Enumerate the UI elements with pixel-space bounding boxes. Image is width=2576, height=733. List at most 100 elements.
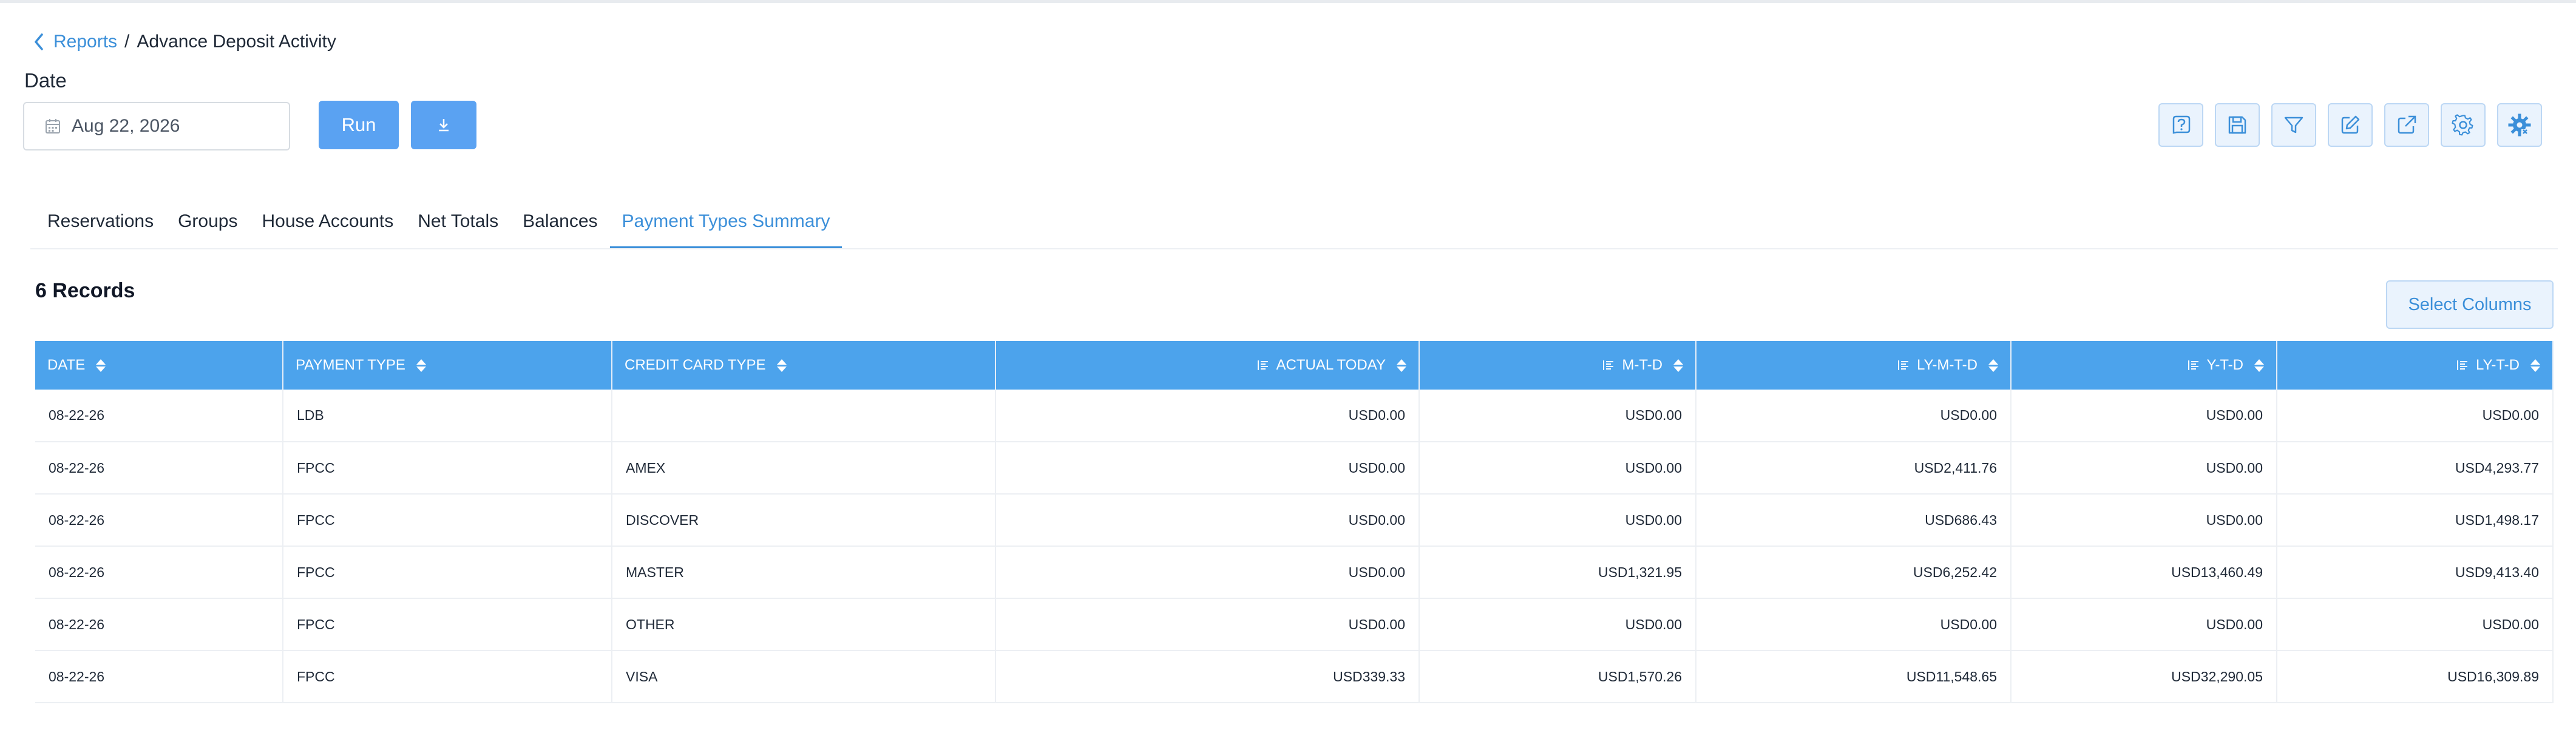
column-header-ly-m-t-d[interactable]: LY-M-T-D xyxy=(1696,341,2012,390)
select-columns-button[interactable]: Select Columns xyxy=(2386,280,2554,329)
column-header-ly-t-d[interactable]: LY-T-D xyxy=(2277,341,2554,390)
cell-y-t-d: USD0.00 xyxy=(2011,390,2277,442)
save-button[interactable] xyxy=(2215,103,2260,147)
export-icon xyxy=(2396,114,2418,136)
advanced-settings-icon xyxy=(2507,113,2532,137)
cell-ly-t-d: USD0.00 xyxy=(2277,598,2554,651)
cell-credit-card-type xyxy=(612,390,996,442)
date-value: Aug 22, 2026 xyxy=(72,116,180,136)
breadcrumb-separator: / xyxy=(124,32,130,52)
cell-ly-m-t-d: USD686.43 xyxy=(1696,494,2012,547)
column-header-credit-card-type[interactable]: CREDIT CARD TYPE xyxy=(612,341,996,390)
sort-icon[interactable] xyxy=(96,359,106,372)
cell-y-t-d: USD0.00 xyxy=(2011,598,2277,651)
column-header-label: ACTUAL TODAY xyxy=(1276,357,1386,374)
breadcrumb-current: Advance Deposit Activity xyxy=(137,32,336,52)
cell-date: 08-22-26 xyxy=(35,598,283,651)
column-options-icon[interactable] xyxy=(1602,359,1615,371)
column-header-label: LY-M-T-D xyxy=(1916,357,1978,374)
download-button[interactable] xyxy=(411,101,476,149)
settings-button[interactable] xyxy=(2441,103,2486,147)
chevron-left-icon[interactable] xyxy=(30,30,47,54)
help-button[interactable] xyxy=(2158,103,2203,147)
table-row[interactable]: 08-22-26 FPCC DISCOVER USD0.00 USD0.00 U… xyxy=(35,494,2554,547)
cell-m-t-d: USD0.00 xyxy=(1419,390,1696,442)
column-options-icon[interactable] xyxy=(1897,359,1910,371)
report-table: DATE PAYMENT TYPE CREDIT CARD TYPE ACTUA… xyxy=(35,341,2554,703)
save-icon xyxy=(2226,114,2248,136)
tab-house-accounts[interactable]: House Accounts xyxy=(249,204,405,249)
cell-y-t-d: USD32,290.05 xyxy=(2011,650,2277,703)
column-header-label: DATE xyxy=(47,357,86,374)
export-button[interactable] xyxy=(2384,103,2429,147)
table-row[interactable]: 08-22-26 FPCC VISA USD339.33 USD1,570.26… xyxy=(35,650,2554,703)
sort-icon[interactable] xyxy=(2254,359,2264,372)
column-header-date[interactable]: DATE xyxy=(35,341,283,390)
column-header-m-t-d[interactable]: M-T-D xyxy=(1419,341,1696,390)
table-row[interactable]: 08-22-26 FPCC OTHER USD0.00 USD0.00 USD0… xyxy=(35,598,2554,651)
cell-ly-m-t-d: USD0.00 xyxy=(1696,390,2012,442)
table-row[interactable]: 08-22-26 FPCC MASTER USD0.00 USD1,321.95… xyxy=(35,546,2554,599)
breadcrumb-reports-link[interactable]: Reports xyxy=(53,32,117,52)
tab-reservations[interactable]: Reservations xyxy=(35,204,166,249)
cell-date: 08-22-26 xyxy=(35,546,283,599)
cell-payment-type: FPCC xyxy=(283,650,612,703)
sort-icon[interactable] xyxy=(2530,359,2540,372)
tab-groups[interactable]: Groups xyxy=(166,204,249,249)
edit-button[interactable] xyxy=(2328,103,2373,147)
breadcrumb: Reports / Advance Deposit Activity xyxy=(30,28,336,56)
cell-ly-t-d: USD16,309.89 xyxy=(2277,650,2554,703)
cell-m-t-d: USD1,570.26 xyxy=(1419,650,1696,703)
tab-balances[interactable]: Balances xyxy=(510,204,609,249)
column-header-label: LY-T-D xyxy=(2475,357,2520,374)
table-row[interactable]: 08-22-26 LDB USD0.00 USD0.00 USD0.00 USD… xyxy=(35,390,2554,442)
cell-payment-type: LDB xyxy=(283,390,612,442)
cell-actual-today: USD0.00 xyxy=(995,494,1420,547)
column-header-payment-type[interactable]: PAYMENT TYPE xyxy=(283,341,612,390)
tabs-divider xyxy=(30,248,2558,249)
download-icon xyxy=(437,118,450,132)
cell-m-t-d: USD0.00 xyxy=(1419,598,1696,651)
advanced-settings-button[interactable] xyxy=(2497,103,2542,147)
sort-icon[interactable] xyxy=(416,359,426,372)
cell-ly-t-d: USD4,293.77 xyxy=(2277,442,2554,495)
column-options-icon[interactable] xyxy=(2188,359,2200,371)
report-toolbar xyxy=(2158,103,2542,147)
column-header-label: CREDIT CARD TYPE xyxy=(625,357,766,374)
help-icon xyxy=(2169,113,2193,137)
cell-actual-today: USD339.33 xyxy=(995,650,1420,703)
cell-date: 08-22-26 xyxy=(35,390,283,442)
column-options-icon[interactable] xyxy=(1257,359,1269,371)
column-header-actual-today[interactable]: ACTUAL TODAY xyxy=(995,341,1420,390)
tab-net-totals[interactable]: Net Totals xyxy=(405,204,510,249)
cell-credit-card-type: AMEX xyxy=(612,442,996,495)
cell-y-t-d: USD0.00 xyxy=(2011,494,2277,547)
cell-credit-card-type: OTHER xyxy=(612,598,996,651)
cell-actual-today: USD0.00 xyxy=(995,546,1420,599)
cell-actual-today: USD0.00 xyxy=(995,598,1420,651)
cell-payment-type: FPCC xyxy=(283,442,612,495)
cell-credit-card-type: DISCOVER xyxy=(612,494,996,547)
column-header-y-t-d[interactable]: Y-T-D xyxy=(2011,341,2277,390)
top-border xyxy=(0,0,2576,3)
sort-icon[interactable] xyxy=(776,359,787,372)
filter-button[interactable] xyxy=(2271,103,2316,147)
sort-icon[interactable] xyxy=(1673,359,1683,372)
date-label: Date xyxy=(24,69,67,92)
tab-payment-types-summary[interactable]: Payment Types Summary xyxy=(609,204,842,249)
sort-icon[interactable] xyxy=(1988,359,1998,372)
cell-ly-m-t-d: USD2,411.76 xyxy=(1696,442,2012,495)
cell-ly-m-t-d: USD11,548.65 xyxy=(1696,650,2012,703)
sort-icon[interactable] xyxy=(1397,359,1406,372)
run-button[interactable]: Run xyxy=(319,101,399,149)
cell-ly-m-t-d: USD0.00 xyxy=(1696,598,2012,651)
column-options-icon[interactable] xyxy=(2456,359,2469,371)
date-picker-field[interactable]: Aug 22, 2026 xyxy=(23,102,290,150)
cell-ly-t-d: USD1,498.17 xyxy=(2277,494,2554,547)
cell-actual-today: USD0.00 xyxy=(995,442,1420,495)
table-row[interactable]: 08-22-26 FPCC AMEX USD0.00 USD0.00 USD2,… xyxy=(35,442,2554,495)
column-header-label: M-T-D xyxy=(1622,357,1663,374)
table-header-row: DATE PAYMENT TYPE CREDIT CARD TYPE ACTUA… xyxy=(35,341,2554,390)
cell-credit-card-type: VISA xyxy=(612,650,996,703)
column-header-label: Y-T-D xyxy=(2206,357,2243,374)
